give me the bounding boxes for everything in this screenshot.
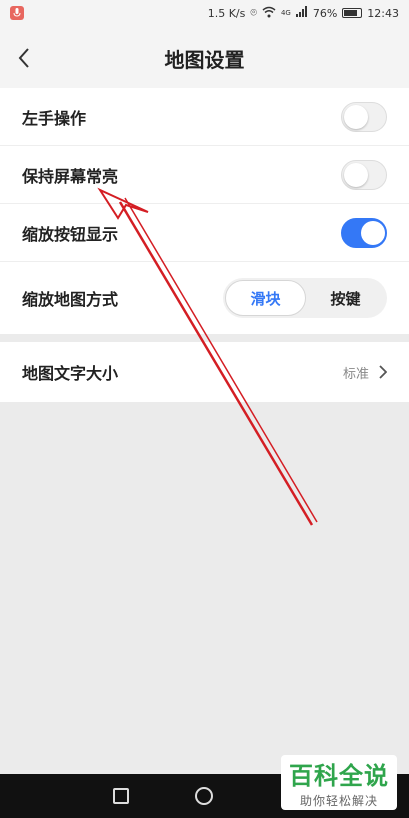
toggle-knob [344, 104, 368, 129]
chevron-left-icon [18, 48, 29, 68]
keep-screen-on-toggle[interactable] [341, 159, 387, 190]
setting-row-zoom-buttons: 缩放按钮显示 [0, 204, 409, 262]
zoom-mode-slider-option[interactable]: 滑块 [225, 280, 306, 316]
setting-label: 左手操作 [22, 108, 87, 128]
recents-icon[interactable] [113, 788, 130, 804]
watermark-title: 百科全说 [289, 762, 389, 790]
battery-level: 76% [312, 6, 338, 20]
setting-row-keep-screen-on: 保持屏幕常亮 [0, 146, 409, 204]
chevron-right-icon [379, 360, 388, 384]
zoom-mode-segmented-control: 滑块 按键 [223, 278, 387, 318]
clock: 12:43 [367, 6, 399, 20]
text-size-label: 地图文字大小 [22, 364, 119, 383]
toggle-knob [361, 220, 385, 245]
setting-label: 缩放按钮显示 [22, 224, 119, 244]
wifi-icon [262, 6, 276, 21]
back-button[interactable] [12, 44, 36, 72]
page-title: 地图设置 [164, 47, 245, 72]
text-size-value: 标准 [342, 366, 369, 382]
network-type: 4G [280, 9, 291, 17]
home-icon[interactable] [195, 787, 214, 805]
watermark-subtitle: 助你轻松解决 [299, 794, 378, 808]
text-size-row[interactable]: 地图文字大小 标准 [0, 342, 409, 402]
status-bar: 1.5 K/s ⌾ 4G 76% 12:43 [0, 0, 409, 26]
setting-label: 保持屏幕常亮 [22, 166, 119, 186]
battery-icon [342, 8, 363, 18]
toggle-knob [344, 162, 368, 187]
setting-label: 缩放地图方式 [22, 290, 119, 309]
status-indicators: 1.5 K/s ⌾ 4G 76% 12:43 [208, 6, 399, 21]
setting-row-zoom-mode: 缩放地图方式 滑块 按键 [0, 262, 409, 334]
signal-icon [295, 6, 308, 20]
zoom-buttons-toggle[interactable] [341, 217, 387, 248]
watermark-logo: 百科全说 助你轻松解决 [281, 755, 397, 810]
net-speed: 1.5 K/s [207, 6, 246, 20]
location-icon: ⌾ [250, 6, 257, 19]
settings-panel: 左手操作 保持屏幕常亮 缩放按钮显示 缩放地图方式 滑块 按键 [0, 88, 409, 334]
zoom-mode-keys-option[interactable]: 按键 [306, 280, 385, 316]
setting-row-left-hand: 左手操作 [0, 88, 409, 146]
left-hand-toggle[interactable] [341, 101, 387, 132]
mic-icon [10, 6, 24, 20]
header: 地图设置 [0, 26, 409, 90]
